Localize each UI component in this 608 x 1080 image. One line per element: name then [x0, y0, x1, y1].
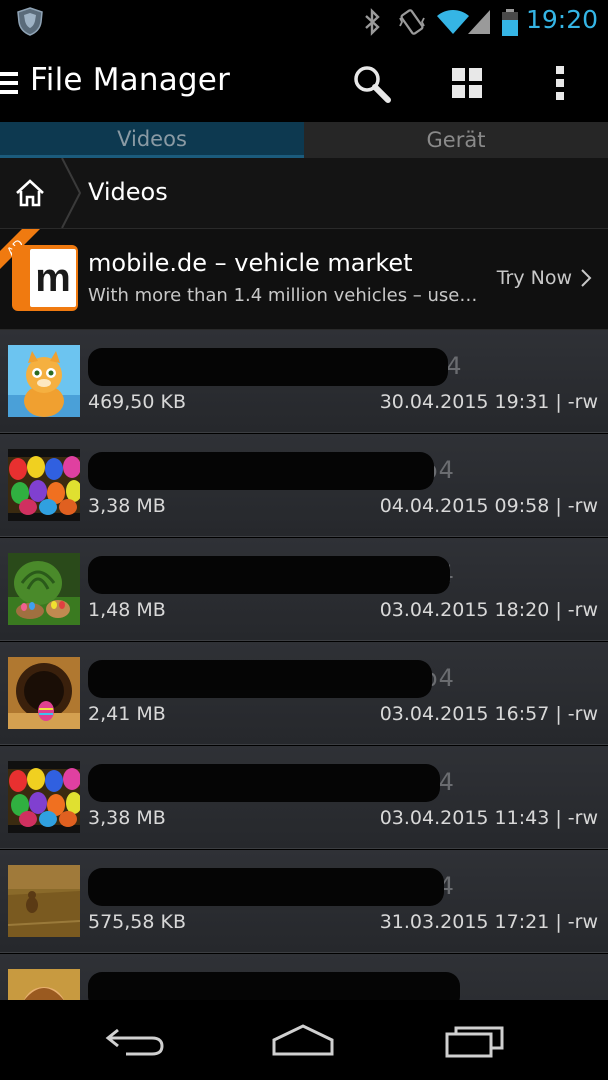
bluetooth-icon [362, 8, 382, 40]
status-bar: 19:20 [0, 0, 608, 44]
action-bar: File Manager [0, 44, 608, 122]
redaction-scribble [88, 452, 434, 490]
file-date-permissions: 03.04.2015 11:43 | -rw [379, 807, 598, 829]
file-date-permissions: 03.04.2015 16:57 | -rw [379, 703, 598, 725]
file-size: 3,38 MB [88, 495, 166, 517]
recents-icon[interactable] [444, 1020, 506, 1064]
file-row[interactable]: VID-20150331-WA0000.mp4575,58 KB31.03.20… [0, 850, 608, 953]
app-title: File Manager [30, 62, 231, 98]
ad-banner[interactable]: AD m mobile.de – vehicle market With mor… [0, 228, 608, 330]
search-icon[interactable] [352, 64, 392, 108]
easter-eggs-thumbnail [8, 449, 80, 521]
try-now-button[interactable]: Try Now [497, 267, 592, 289]
home-nav-icon[interactable] [270, 1020, 336, 1064]
status-clock: 19:20 [525, 5, 598, 34]
shield-app-icon [16, 6, 44, 40]
file-row[interactable]: VID-20150330-WA0000.mp4 [0, 954, 608, 1000]
redaction-scribble [88, 348, 448, 386]
breadcrumb-current[interactable]: Videos [88, 178, 168, 206]
back-icon[interactable] [104, 1020, 166, 1064]
file-date-permissions: 03.04.2015 18:20 | -rw [379, 599, 598, 621]
system-nav-bar [0, 1000, 608, 1080]
try-now-label: Try Now [496, 267, 572, 289]
chevron-right-icon [581, 269, 592, 287]
field-thumbnail [8, 865, 80, 937]
tab-geraet[interactable]: Gerät [304, 122, 608, 158]
battery-icon [500, 8, 520, 42]
redaction-scribble [88, 556, 450, 594]
melon-basket-thumbnail [8, 553, 80, 625]
redaction-scribble [88, 764, 440, 802]
redaction-scribble [88, 972, 460, 1000]
mobile-de-logo: m [12, 245, 78, 311]
burrow-egg-thumbnail [8, 657, 80, 729]
file-row[interactable]: VID-20150403-WA0000.mp43,38 MB03.04.2015… [0, 746, 608, 849]
ad-subtitle: With more than 1.4 million vehicles – us… [88, 285, 484, 306]
ad-title: mobile.de – vehicle market [88, 249, 413, 277]
file-row[interactable]: VID-20150404-WA0000.mp43,38 MB04.04.2015… [0, 434, 608, 537]
overflow-menu-icon[interactable] [555, 66, 565, 104]
file-size: 1,48 MB [88, 599, 166, 621]
file-row[interactable]: VID-20150403-WA0001.mp41,48 MB03.04.2015… [0, 538, 608, 641]
redaction-scribble [88, 868, 444, 906]
easter-eggs-thumbnail [8, 761, 80, 833]
file-size: 3,38 MB [88, 807, 166, 829]
tab-videos[interactable]: Videos [0, 122, 304, 158]
file-row[interactable]: VID_20150430_WA0000.mp4469,50 KB30.04.20… [0, 330, 608, 433]
menu-icon[interactable] [0, 72, 20, 98]
cat-thumbnail [8, 345, 80, 417]
tab-bar: Videos Gerät [0, 122, 608, 158]
person-thumbnail [8, 969, 80, 1000]
vibrate-icon [398, 8, 426, 40]
wifi-icon [436, 8, 470, 40]
file-date-permissions: 30.04.2015 19:31 | -rw [379, 391, 598, 413]
file-row[interactable]: VID-20150403-WA0002.mp42,41 MB03.04.2015… [0, 642, 608, 745]
file-date-permissions: 31.03.2015 17:21 | -rw [379, 911, 598, 933]
signal-icon [466, 8, 492, 40]
home-icon[interactable] [14, 178, 46, 212]
file-size: 2,41 MB [88, 703, 166, 725]
breadcrumb-separator [58, 157, 84, 232]
file-list: VID_20150430_WA0000.mp4469,50 KB30.04.20… [0, 330, 608, 1000]
file-date-permissions: 04.04.2015 09:58 | -rw [379, 495, 598, 517]
file-size: 469,50 KB [88, 391, 187, 413]
redaction-scribble [88, 660, 432, 698]
file-size: 575,58 KB [88, 911, 187, 933]
breadcrumb: Videos [0, 157, 608, 229]
grid-view-icon[interactable] [452, 68, 482, 102]
